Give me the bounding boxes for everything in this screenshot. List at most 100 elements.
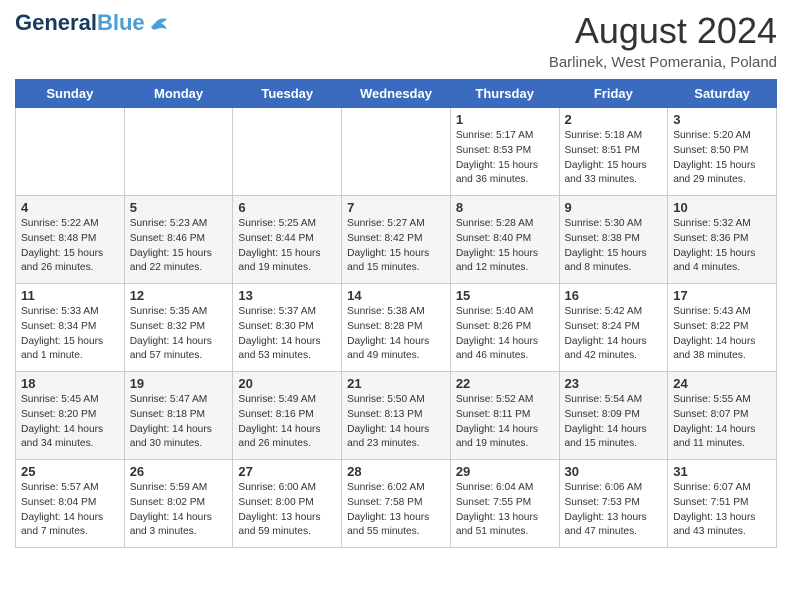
col-tuesday: Tuesday [233, 80, 342, 108]
day-info: Sunrise: 5:22 AM Sunset: 8:48 PM Dayligh… [21, 217, 119, 276]
day-info: Sunrise: 5:43 AM Sunset: 8:22 PM Dayligh… [673, 305, 771, 364]
day-number: 2 [565, 112, 663, 127]
calendar-cell: 23 Sunrise: 5:54 AM Sunset: 8:09 PM Dayli… [559, 372, 668, 460]
day-number: 18 [21, 376, 119, 391]
calendar-cell: 21 Sunrise: 5:50 AM Sunset: 8:13 PM Dayli… [342, 372, 451, 460]
day-number: 25 [21, 464, 119, 479]
calendar-cell: 26Sunrise: 5:59 AM Sunset: 8:02 PM Dayli… [124, 460, 233, 548]
day-info: Sunrise: 5:20 AM Sunset: 8:50 PM Dayligh… [673, 129, 771, 188]
calendar-cell: 24 Sunrise: 5:55 AM Sunset: 8:07 PM Dayli… [668, 372, 777, 460]
page-container: GeneralBlue August 2024 Barlinek, West P… [0, 0, 792, 558]
day-number: 14 [347, 288, 445, 303]
calendar-week-row: 25Sunrise: 5:57 AM Sunset: 8:04 PM Dayli… [16, 460, 777, 548]
col-thursday: Thursday [450, 80, 559, 108]
day-number: 4 [21, 200, 119, 215]
day-info: Sunrise: 6:06 AM Sunset: 7:53 PM Dayligh… [565, 481, 663, 540]
day-number: 1 [456, 112, 554, 127]
day-info: Sunrise: 5:30 AM Sunset: 8:38 PM Dayligh… [565, 217, 663, 276]
calendar-cell: 20Sunrise: 5:49 AM Sunset: 8:16 PM Dayli… [233, 372, 342, 460]
day-number: 3 [673, 112, 771, 127]
calendar-header-row: Sunday Monday Tuesday Wednesday Thursday… [16, 80, 777, 108]
calendar-cell: 27 Sunrise: 6:00 AM Sunset: 8:00 PM Dayli… [233, 460, 342, 548]
calendar-cell [233, 108, 342, 196]
calendar-cell [124, 108, 233, 196]
calendar-cell: 1 Sunrise: 5:17 AM Sunset: 8:53 PM Daylig… [450, 108, 559, 196]
day-number: 19 [130, 376, 228, 391]
day-info: Sunrise: 5:27 AM Sunset: 8:42 PM Dayligh… [347, 217, 445, 276]
day-number: 24 [673, 376, 771, 391]
location: Barlinek, West Pomerania, Poland [549, 54, 777, 71]
calendar-cell [16, 108, 125, 196]
day-info: Sunrise: 5:54 AM Sunset: 8:09 PM Dayligh… [565, 393, 663, 452]
calendar-cell: 9 Sunrise: 5:30 AM Sunset: 8:38 PM Daylig… [559, 196, 668, 284]
col-sunday: Sunday [16, 80, 125, 108]
logo: GeneralBlue [15, 10, 169, 36]
calendar-week-row: 18 Sunrise: 5:45 AM Sunset: 8:20 PM Dayli… [16, 372, 777, 460]
day-number: 13 [238, 288, 336, 303]
day-number: 11 [21, 288, 119, 303]
day-info: Sunrise: 5:25 AM Sunset: 8:44 PM Dayligh… [238, 217, 336, 276]
day-number: 21 [347, 376, 445, 391]
day-info: Sunrise: 6:02 AM Sunset: 7:58 PM Dayligh… [347, 481, 445, 540]
day-info: Sunrise: 5:40 AM Sunset: 8:26 PM Dayligh… [456, 305, 554, 364]
day-number: 7 [347, 200, 445, 215]
page-header: GeneralBlue August 2024 Barlinek, West P… [15, 10, 777, 71]
calendar-cell: 18 Sunrise: 5:45 AM Sunset: 8:20 PM Dayli… [16, 372, 125, 460]
day-number: 30 [565, 464, 663, 479]
day-info: Sunrise: 6:07 AM Sunset: 7:51 PM Dayligh… [673, 481, 771, 540]
day-number: 16 [565, 288, 663, 303]
day-number: 6 [238, 200, 336, 215]
day-number: 27 [238, 464, 336, 479]
day-info: Sunrise: 5:55 AM Sunset: 8:07 PM Dayligh… [673, 393, 771, 452]
title-section: August 2024 Barlinek, West Pomerania, Po… [549, 10, 777, 71]
calendar-cell: 16 Sunrise: 5:42 AM Sunset: 8:24 PM Dayli… [559, 284, 668, 372]
calendar-cell: 12Sunrise: 5:35 AM Sunset: 8:32 PM Dayli… [124, 284, 233, 372]
calendar-cell: 25Sunrise: 5:57 AM Sunset: 8:04 PM Dayli… [16, 460, 125, 548]
calendar-week-row: 1 Sunrise: 5:17 AM Sunset: 8:53 PM Daylig… [16, 108, 777, 196]
day-info: Sunrise: 5:33 AM Sunset: 8:34 PM Dayligh… [21, 305, 119, 364]
calendar-week-row: 4 Sunrise: 5:22 AM Sunset: 8:48 PM Daylig… [16, 196, 777, 284]
logo-text: GeneralBlue [15, 10, 145, 36]
day-number: 23 [565, 376, 663, 391]
day-number: 15 [456, 288, 554, 303]
day-info: Sunrise: 5:50 AM Sunset: 8:13 PM Dayligh… [347, 393, 445, 452]
calendar-cell: 5 Sunrise: 5:23 AM Sunset: 8:46 PM Daylig… [124, 196, 233, 284]
calendar-cell [342, 108, 451, 196]
calendar-cell: 11 Sunrise: 5:33 AM Sunset: 8:34 PM Dayli… [16, 284, 125, 372]
day-info: Sunrise: 5:42 AM Sunset: 8:24 PM Dayligh… [565, 305, 663, 364]
calendar-cell: 8Sunrise: 5:28 AM Sunset: 8:40 PM Daylig… [450, 196, 559, 284]
day-info: Sunrise: 5:23 AM Sunset: 8:46 PM Dayligh… [130, 217, 228, 276]
day-info: Sunrise: 5:17 AM Sunset: 8:53 PM Dayligh… [456, 129, 554, 188]
day-info: Sunrise: 5:35 AM Sunset: 8:32 PM Dayligh… [130, 305, 228, 364]
logo-bird-icon [147, 15, 169, 31]
calendar-cell: 29Sunrise: 6:04 AM Sunset: 7:55 PM Dayli… [450, 460, 559, 548]
calendar-cell: 3 Sunrise: 5:20 AM Sunset: 8:50 PM Daylig… [668, 108, 777, 196]
col-wednesday: Wednesday [342, 80, 451, 108]
day-number: 9 [565, 200, 663, 215]
calendar-cell: 17 Sunrise: 5:43 AM Sunset: 8:22 PM Dayli… [668, 284, 777, 372]
calendar-cell: 19Sunrise: 5:47 AM Sunset: 8:18 PM Dayli… [124, 372, 233, 460]
calendar-cell: 22 Sunrise: 5:52 AM Sunset: 8:11 PM Dayli… [450, 372, 559, 460]
day-number: 10 [673, 200, 771, 215]
day-number: 22 [456, 376, 554, 391]
calendar-cell: 4 Sunrise: 5:22 AM Sunset: 8:48 PM Daylig… [16, 196, 125, 284]
day-info: Sunrise: 5:45 AM Sunset: 8:20 PM Dayligh… [21, 393, 119, 452]
day-info: Sunrise: 5:32 AM Sunset: 8:36 PM Dayligh… [673, 217, 771, 276]
calendar-cell: 28Sunrise: 6:02 AM Sunset: 7:58 PM Dayli… [342, 460, 451, 548]
calendar-cell: 2 Sunrise: 5:18 AM Sunset: 8:51 PM Daylig… [559, 108, 668, 196]
col-saturday: Saturday [668, 80, 777, 108]
col-friday: Friday [559, 80, 668, 108]
calendar-week-row: 11 Sunrise: 5:33 AM Sunset: 8:34 PM Dayli… [16, 284, 777, 372]
day-number: 8 [456, 200, 554, 215]
day-info: Sunrise: 5:37 AM Sunset: 8:30 PM Dayligh… [238, 305, 336, 364]
day-info: Sunrise: 5:49 AM Sunset: 8:16 PM Dayligh… [238, 393, 336, 452]
day-number: 17 [673, 288, 771, 303]
calendar-cell: 13 Sunrise: 5:37 AM Sunset: 8:30 PM Dayli… [233, 284, 342, 372]
day-number: 29 [456, 464, 554, 479]
day-info: Sunrise: 6:00 AM Sunset: 8:00 PM Dayligh… [238, 481, 336, 540]
month-title: August 2024 [549, 10, 777, 52]
day-number: 5 [130, 200, 228, 215]
day-info: Sunrise: 5:18 AM Sunset: 8:51 PM Dayligh… [565, 129, 663, 188]
calendar-cell: 14Sunrise: 5:38 AM Sunset: 8:28 PM Dayli… [342, 284, 451, 372]
day-info: Sunrise: 5:52 AM Sunset: 8:11 PM Dayligh… [456, 393, 554, 452]
